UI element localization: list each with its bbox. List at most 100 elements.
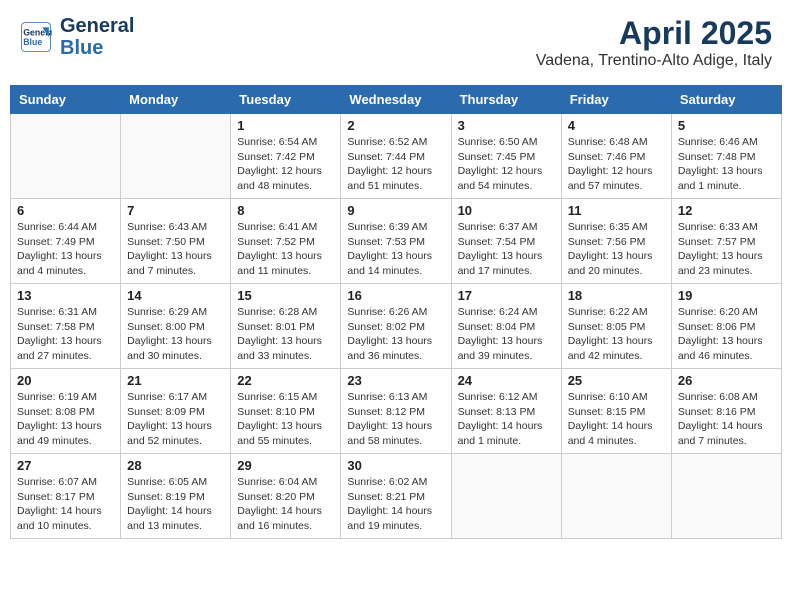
day-number: 30: [347, 458, 444, 473]
calendar-cell: 1 Sunrise: 6:54 AMSunset: 7:42 PMDaylight…: [231, 114, 341, 199]
calendar-cell: 18Sunrise: 6:22 AMSunset: 8:05 PMDayligh…: [561, 284, 671, 369]
day-number: 16: [347, 288, 444, 303]
day-number: 5: [678, 118, 775, 133]
calendar-table: SundayMondayTuesdayWednesdayThursdayFrid…: [10, 85, 782, 539]
calendar-cell: 4Sunrise: 6:48 AMSunset: 7:46 PMDaylight…: [561, 114, 671, 199]
day-of-week-header: Friday: [561, 86, 671, 114]
day-number: 20: [17, 373, 114, 388]
calendar-week-row: 6Sunrise: 6:44 AMSunset: 7:49 PMDaylight…: [11, 199, 782, 284]
day-of-week-header: Thursday: [451, 86, 561, 114]
svg-text:Blue: Blue: [23, 37, 42, 47]
day-number: 7: [127, 203, 224, 218]
calendar-cell: 20 Sunrise: 6:19 AMSunset: 8:08 PMDayligh…: [11, 369, 121, 454]
calendar-cell: 10 Sunrise: 6:37 AMSunset: 7:54 PMDayligh…: [451, 199, 561, 284]
day-number: 13: [17, 288, 114, 303]
day-number: 12: [678, 203, 775, 218]
day-of-week-header: Saturday: [671, 86, 781, 114]
day-number: 22: [237, 373, 334, 388]
calendar-cell: 7 Sunrise: 6:43 AMSunset: 7:50 PMDaylight…: [121, 199, 231, 284]
title-block: April 2025 Vadena, Trentino-Alto Adige, …: [536, 15, 772, 70]
calendar-cell: 24 Sunrise: 6:12 AMSunset: 8:13 PMDayligh…: [451, 369, 561, 454]
cell-details: Sunrise: 6:54 AMSunset: 7:42 PMDaylight:…: [237, 135, 334, 194]
cell-details: Sunrise: 6:22 AMSunset: 8:05 PMDaylight:…: [568, 305, 665, 364]
day-of-week-header: Tuesday: [231, 86, 341, 114]
page-subtitle: Vadena, Trentino-Alto Adige, Italy: [536, 52, 772, 70]
day-number: 9: [347, 203, 444, 218]
calendar-week-row: 20 Sunrise: 6:19 AMSunset: 8:08 PMDayligh…: [11, 369, 782, 454]
day-number: 21: [127, 373, 224, 388]
day-number: 8: [237, 203, 334, 218]
day-number: 10: [458, 203, 555, 218]
cell-details: Sunrise: 6:19 AMSunset: 8:08 PMDaylight:…: [17, 390, 114, 449]
cell-details: Sunrise: 6:52 AMSunset: 7:44 PMDaylight:…: [347, 135, 444, 194]
calendar-cell: 14 Sunrise: 6:29 AMSunset: 8:00 PMDayligh…: [121, 284, 231, 369]
cell-details: Sunrise: 6:12 AMSunset: 8:13 PMDaylight:…: [458, 390, 555, 449]
calendar-cell: 27Sunrise: 6:07 AMSunset: 8:17 PMDayligh…: [11, 454, 121, 539]
cell-details: Sunrise: 6:39 AMSunset: 7:53 PMDaylight:…: [347, 220, 444, 279]
calendar-cell: 22 Sunrise: 6:15 AMSunset: 8:10 PMDayligh…: [231, 369, 341, 454]
calendar-cell: 15 Sunrise: 6:28 AMSunset: 8:01 PMDayligh…: [231, 284, 341, 369]
day-of-week-header: Wednesday: [341, 86, 451, 114]
cell-details: Sunrise: 6:28 AMSunset: 8:01 PMDaylight:…: [237, 305, 334, 364]
day-number: 15: [237, 288, 334, 303]
calendar-cell: 29 Sunrise: 6:04 AMSunset: 8:20 PMDayligh…: [231, 454, 341, 539]
calendar-cell: 26 Sunrise: 6:08 AMSunset: 8:16 PMDayligh…: [671, 369, 781, 454]
calendar-cell: 5 Sunrise: 6:46 AMSunset: 7:48 PMDaylight…: [671, 114, 781, 199]
calendar-cell: 11Sunrise: 6:35 AMSunset: 7:56 PMDayligh…: [561, 199, 671, 284]
calendar-cell: 6Sunrise: 6:44 AMSunset: 7:49 PMDaylight…: [11, 199, 121, 284]
calendar-cell: 12 Sunrise: 6:33 AMSunset: 7:57 PMDayligh…: [671, 199, 781, 284]
day-number: 1: [237, 118, 334, 133]
day-number: 23: [347, 373, 444, 388]
logo-text-general: General: [60, 15, 134, 37]
cell-details: Sunrise: 6:04 AMSunset: 8:20 PMDaylight:…: [237, 475, 334, 534]
calendar-cell: 8Sunrise: 6:41 AMSunset: 7:52 PMDaylight…: [231, 199, 341, 284]
day-number: 6: [17, 203, 114, 218]
calendar-week-row: 27Sunrise: 6:07 AMSunset: 8:17 PMDayligh…: [11, 454, 782, 539]
calendar-cell: [561, 454, 671, 539]
cell-details: Sunrise: 6:05 AMSunset: 8:19 PMDaylight:…: [127, 475, 224, 534]
calendar-cell: 3Sunrise: 6:50 AMSunset: 7:45 PMDaylight…: [451, 114, 561, 199]
cell-details: Sunrise: 6:02 AMSunset: 8:21 PMDaylight:…: [347, 475, 444, 534]
page-title: April 2025: [536, 15, 772, 52]
cell-details: Sunrise: 6:33 AMSunset: 7:57 PMDaylight:…: [678, 220, 775, 279]
calendar-cell: 21 Sunrise: 6:17 AMSunset: 8:09 PMDayligh…: [121, 369, 231, 454]
calendar-cell: 16 Sunrise: 6:26 AMSunset: 8:02 PMDayligh…: [341, 284, 451, 369]
day-number: 28: [127, 458, 224, 473]
day-number: 19: [678, 288, 775, 303]
calendar-header-row: SundayMondayTuesdayWednesdayThursdayFrid…: [11, 86, 782, 114]
day-number: 17: [458, 288, 555, 303]
cell-details: Sunrise: 6:26 AMSunset: 8:02 PMDaylight:…: [347, 305, 444, 364]
logo: General Blue General Blue: [20, 15, 134, 59]
cell-details: Sunrise: 6:46 AMSunset: 7:48 PMDaylight:…: [678, 135, 775, 194]
calendar-cell: 2 Sunrise: 6:52 AMSunset: 7:44 PMDaylight…: [341, 114, 451, 199]
cell-details: Sunrise: 6:10 AMSunset: 8:15 PMDaylight:…: [568, 390, 665, 449]
calendar-cell: 19Sunrise: 6:20 AMSunset: 8:06 PMDayligh…: [671, 284, 781, 369]
day-number: 24: [458, 373, 555, 388]
calendar-cell: [121, 114, 231, 199]
calendar-cell: 17 Sunrise: 6:24 AMSunset: 8:04 PMDayligh…: [451, 284, 561, 369]
logo-text-blue: Blue: [60, 37, 134, 59]
cell-details: Sunrise: 6:31 AMSunset: 7:58 PMDaylight:…: [17, 305, 114, 364]
calendar-cell: [451, 454, 561, 539]
cell-details: Sunrise: 6:24 AMSunset: 8:04 PMDaylight:…: [458, 305, 555, 364]
day-number: 14: [127, 288, 224, 303]
cell-details: Sunrise: 6:29 AMSunset: 8:00 PMDaylight:…: [127, 305, 224, 364]
cell-details: Sunrise: 6:08 AMSunset: 8:16 PMDaylight:…: [678, 390, 775, 449]
day-number: 4: [568, 118, 665, 133]
day-number: 2: [347, 118, 444, 133]
day-number: 29: [237, 458, 334, 473]
day-number: 3: [458, 118, 555, 133]
calendar-week-row: 13 Sunrise: 6:31 AMSunset: 7:58 PMDayligh…: [11, 284, 782, 369]
cell-details: Sunrise: 6:43 AMSunset: 7:50 PMDaylight:…: [127, 220, 224, 279]
logo-icon: General Blue: [20, 21, 52, 53]
calendar-cell: 13 Sunrise: 6:31 AMSunset: 7:58 PMDayligh…: [11, 284, 121, 369]
day-of-week-header: Monday: [121, 86, 231, 114]
calendar-cell: 25Sunrise: 6:10 AMSunset: 8:15 PMDayligh…: [561, 369, 671, 454]
calendar-cell: 30 Sunrise: 6:02 AMSunset: 8:21 PMDayligh…: [341, 454, 451, 539]
calendar-cell: [671, 454, 781, 539]
cell-details: Sunrise: 6:37 AMSunset: 7:54 PMDaylight:…: [458, 220, 555, 279]
cell-details: Sunrise: 6:15 AMSunset: 8:10 PMDaylight:…: [237, 390, 334, 449]
cell-details: Sunrise: 6:17 AMSunset: 8:09 PMDaylight:…: [127, 390, 224, 449]
day-number: 26: [678, 373, 775, 388]
calendar-week-row: 1 Sunrise: 6:54 AMSunset: 7:42 PMDaylight…: [11, 114, 782, 199]
